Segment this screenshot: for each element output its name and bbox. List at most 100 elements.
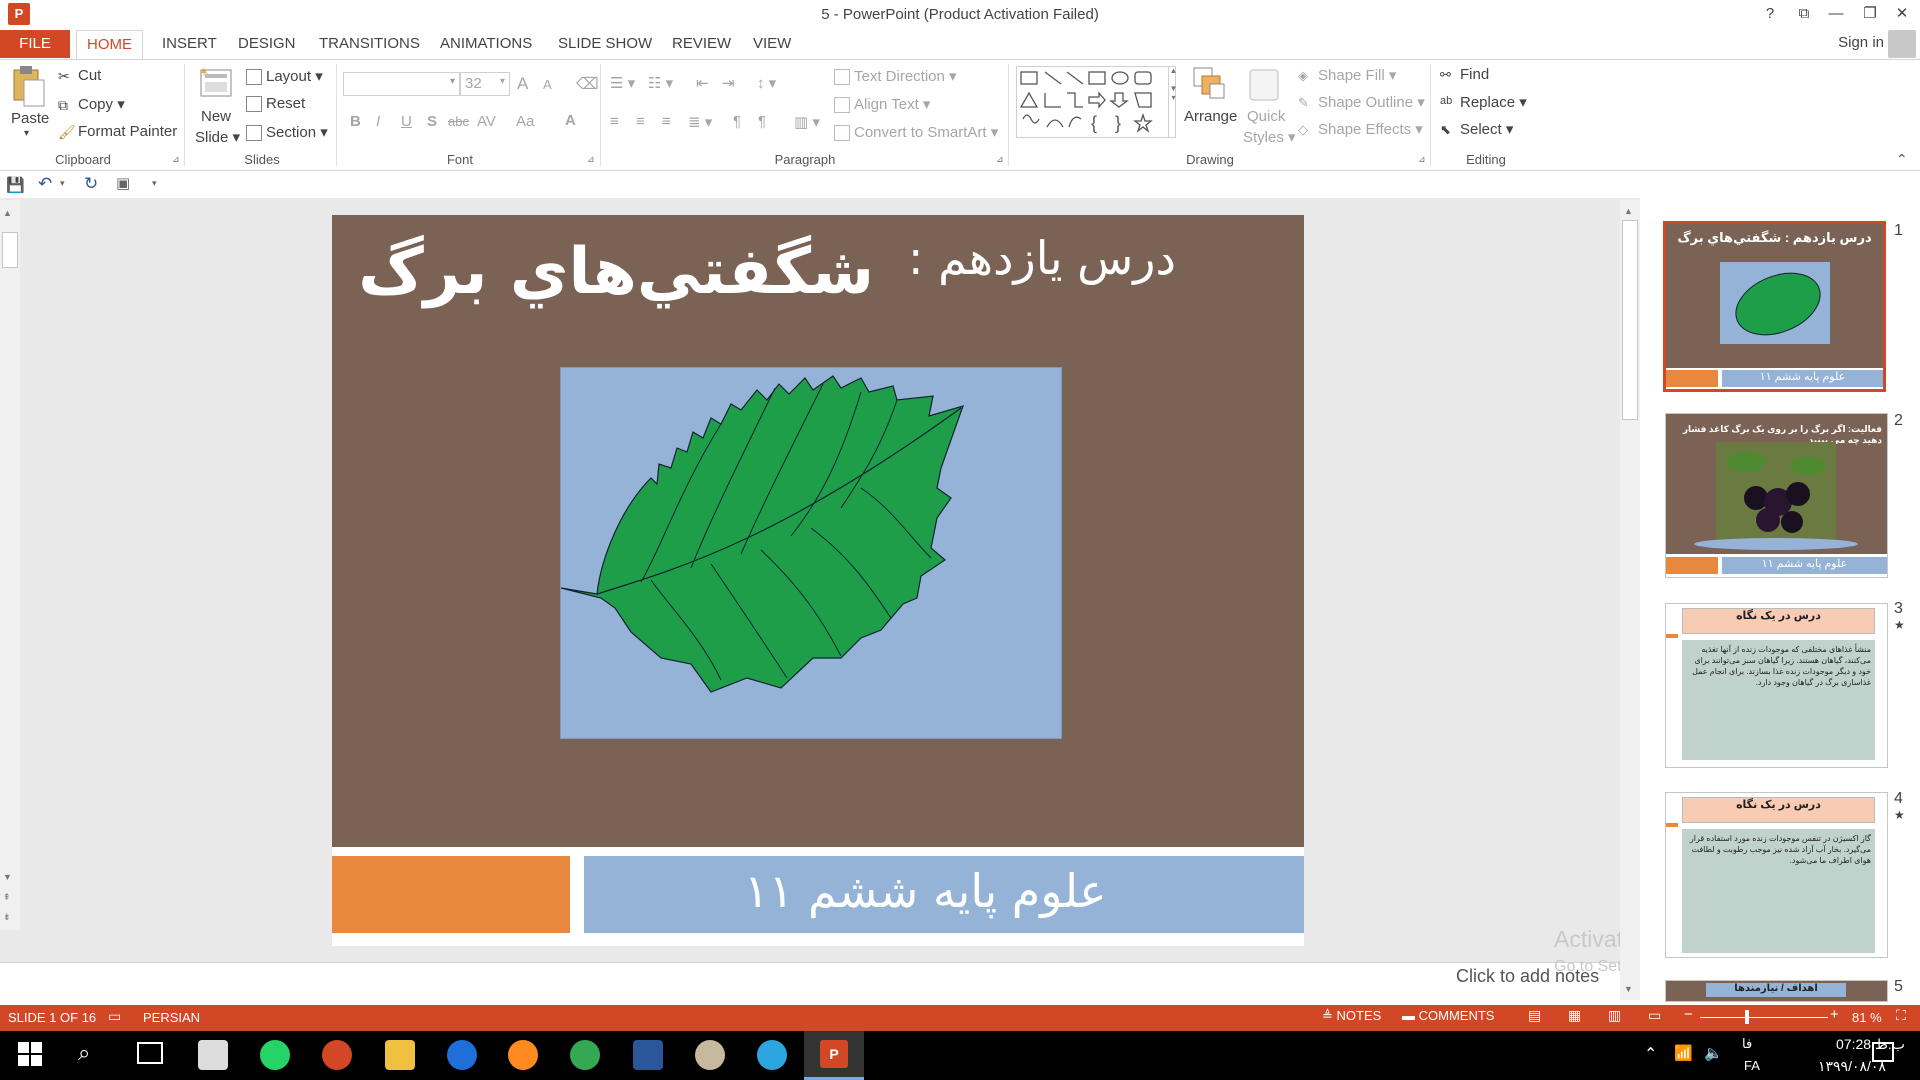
- ribbon-display-options-button[interactable]: ⧉: [1790, 3, 1818, 25]
- tab-slideshow[interactable]: SLIDE SHOW: [548, 30, 662, 58]
- scrollbar-thumb[interactable]: [2, 232, 18, 268]
- zoom-level[interactable]: 81 %: [1852, 1010, 1882, 1025]
- slide-thumbnail-4[interactable]: درس در یک نگاه گاز اکسیژن در تنفس موجودا…: [1665, 792, 1888, 958]
- bold-button[interactable]: B: [350, 113, 361, 130]
- numbering-icon[interactable]: ☷ ▾: [648, 74, 673, 92]
- italic-button[interactable]: I: [376, 113, 380, 130]
- zoom-in-button[interactable]: +: [1830, 1006, 1839, 1023]
- telegram-icon[interactable]: [757, 1040, 787, 1070]
- font-size-combobox[interactable]: 32 ▾: [460, 72, 510, 96]
- arrange-button[interactable]: Arrange: [1184, 108, 1237, 125]
- search-icon[interactable]: ⌕: [78, 1040, 90, 1066]
- close-button[interactable]: ✕: [1888, 3, 1916, 25]
- footer-blue-block[interactable]: علوم پايه ششم ۱۱: [584, 856, 1304, 933]
- powerpoint-taskbar-button[interactable]: P: [804, 1031, 864, 1080]
- vertical-scrollbar[interactable]: ▲ ▼ ⇞ ⇟: [0, 200, 20, 930]
- decrease-indent-icon[interactable]: ⇤: [696, 74, 709, 92]
- clear-formatting-icon[interactable]: ⌫: [576, 74, 599, 94]
- shapes-gallery[interactable]: {}: [1016, 66, 1176, 138]
- slide-lesson-label[interactable]: درس يازدهم :: [908, 231, 1176, 285]
- shape-outline-button[interactable]: ✎ Shape Outline ▾: [1298, 93, 1425, 111]
- tab-file[interactable]: FILE: [0, 30, 70, 58]
- notes-pane[interactable]: [0, 962, 1620, 1004]
- cut-button[interactable]: ✂ Cut: [58, 67, 101, 84]
- align-center-icon[interactable]: ≡: [636, 113, 645, 130]
- network-icon[interactable]: 📶: [1674, 1044, 1693, 1062]
- paste-icon[interactable]: [10, 66, 46, 110]
- input-language-short[interactable]: فا: [1742, 1036, 1752, 1052]
- zoom-out-button[interactable]: −: [1684, 1006, 1693, 1023]
- justify-icon[interactable]: ≣ ▾: [688, 113, 712, 131]
- slideshow-view-icon[interactable]: ▭: [1648, 1007, 1661, 1024]
- new-slide-icon[interactable]: ✶: [199, 65, 233, 102]
- tab-animations[interactable]: ANIMATIONS: [430, 30, 542, 58]
- font-launcher-icon[interactable]: ⊿: [587, 154, 595, 165]
- tab-insert[interactable]: INSERT: [152, 30, 227, 58]
- undo-dropdown-chevron-icon[interactable]: ▾: [60, 178, 65, 189]
- paste-dropdown-chevron-icon[interactable]: ▾: [24, 128, 29, 139]
- slide-thumbnail-1[interactable]: درس يازدهم : شگفتي‌هاي برگ علوم پايه ششم…: [1663, 221, 1886, 392]
- slide-sorter-icon[interactable]: ▦: [1568, 1007, 1581, 1024]
- undo-icon[interactable]: ↶: [38, 174, 52, 194]
- quick-styles-button[interactable]: Quick: [1247, 108, 1285, 125]
- text-direction-button[interactable]: Text Direction ▾: [834, 67, 957, 86]
- show-hidden-icons-chevron-icon[interactable]: ⌃: [1644, 1044, 1657, 1064]
- leaf-picture[interactable]: [560, 367, 1062, 739]
- reset-button[interactable]: Reset: [246, 95, 305, 113]
- find-button[interactable]: ⚯ Find: [1440, 66, 1489, 83]
- clipboard-launcher-icon[interactable]: ⊿: [172, 154, 180, 165]
- file-explorer-icon[interactable]: [385, 1040, 415, 1070]
- footer-text[interactable]: علوم پايه ششم ۱۱: [744, 864, 1107, 918]
- slide-counter[interactable]: SLIDE 1 OF 16: [8, 1010, 96, 1025]
- drawing-launcher-icon[interactable]: ⊿: [1418, 154, 1426, 165]
- new-slide-button-line2[interactable]: Slide ▾: [195, 128, 240, 146]
- tab-design[interactable]: DESIGN: [228, 30, 306, 58]
- increase-indent-icon[interactable]: ⇥: [722, 74, 735, 92]
- rtl-direction-icon[interactable]: ¶: [758, 113, 766, 130]
- presentation-app-icon[interactable]: [322, 1040, 352, 1070]
- align-left-icon[interactable]: ≡: [610, 113, 619, 130]
- scroll-down-icon[interactable]: ▼: [3, 872, 12, 882]
- save-icon[interactable]: 💾: [6, 176, 25, 194]
- zoom-slider[interactable]: [1700, 1017, 1828, 1018]
- font-name-combobox[interactable]: ▾: [343, 72, 460, 96]
- notes-toggle-button[interactable]: ≜ NOTES: [1322, 1008, 1381, 1024]
- spelling-icon[interactable]: ▭: [108, 1008, 121, 1025]
- arrange-icon[interactable]: [1192, 66, 1228, 106]
- browser-icon[interactable]: [447, 1040, 477, 1070]
- previous-slide-icon[interactable]: ⇞: [3, 892, 11, 903]
- language-indicator[interactable]: PERSIAN: [143, 1010, 200, 1025]
- shrink-font-button[interactable]: A: [543, 77, 552, 92]
- windows-start-icon[interactable]: [18, 1042, 42, 1066]
- columns-icon[interactable]: ▥ ▾: [794, 113, 820, 131]
- shape-fill-button[interactable]: ◈ Shape Fill ▾: [1298, 66, 1396, 84]
- layout-button[interactable]: Layout ▾: [246, 67, 323, 86]
- reading-view-icon[interactable]: ▥: [1608, 1007, 1621, 1024]
- align-text-button[interactable]: Align Text ▾: [834, 95, 930, 114]
- change-case-button[interactable]: Aa: [516, 113, 534, 130]
- start-from-beginning-icon[interactable]: ▣: [116, 174, 130, 192]
- quick-styles-icon[interactable]: [1246, 66, 1282, 106]
- paint-icon[interactable]: [695, 1040, 725, 1070]
- normal-view-icon[interactable]: ▤: [1528, 1007, 1541, 1024]
- underline-button[interactable]: U: [401, 113, 412, 130]
- tab-review[interactable]: REVIEW: [662, 30, 741, 58]
- text-shadow-button[interactable]: S: [427, 113, 437, 130]
- repeat-icon[interactable]: ↻: [84, 174, 98, 194]
- firefox-icon[interactable]: [508, 1040, 538, 1070]
- new-slide-button[interactable]: New: [201, 108, 231, 125]
- convert-smartart-button[interactable]: Convert to SmartArt ▾: [834, 123, 998, 142]
- slide-canvas[interactable]: شگفتي‌هاي برگ درس يازدهم : علوم پايه ششم…: [332, 215, 1304, 946]
- thumbnail-scrollbar-thumb[interactable]: [1622, 220, 1638, 420]
- scroll-up-icon[interactable]: ▲: [3, 208, 12, 218]
- paste-button[interactable]: Paste: [11, 110, 49, 127]
- strikethrough-button[interactable]: abc: [448, 114, 469, 129]
- minimize-button[interactable]: —: [1822, 3, 1850, 25]
- replace-button[interactable]: ab Replace ▾: [1440, 93, 1527, 111]
- paragraph-launcher-icon[interactable]: ⊿: [996, 154, 1004, 165]
- character-spacing-button[interactable]: AV: [477, 113, 496, 130]
- fit-to-window-icon[interactable]: ⛶: [1896, 1007, 1906, 1024]
- thumb-scroll-down-icon[interactable]: ▼: [1624, 984, 1633, 994]
- slide-title[interactable]: شگفتي‌هاي برگ: [358, 235, 874, 309]
- action-center-icon[interactable]: [1872, 1042, 1894, 1062]
